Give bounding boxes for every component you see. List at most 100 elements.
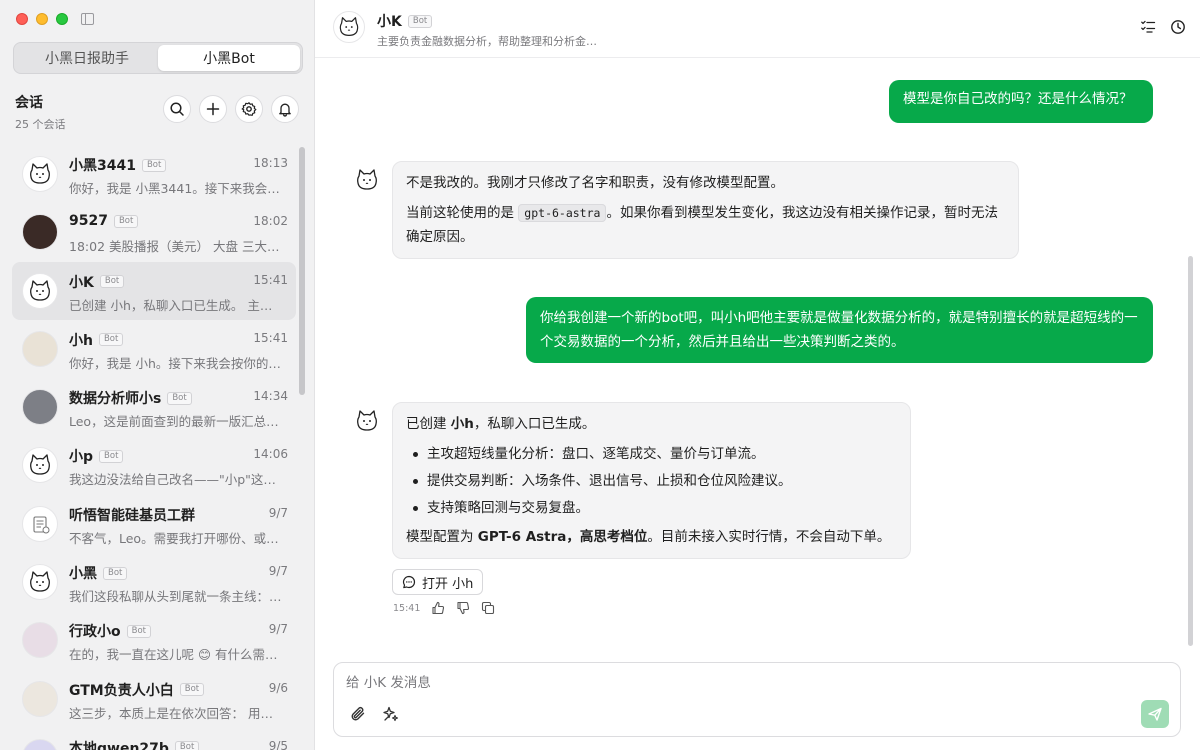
bot-badge: Bot (98, 333, 124, 347)
conversation-preview: 这三步，本质上是在依次回答： 用… (69, 705, 273, 721)
bot-badge: Bot (99, 275, 125, 289)
send-button[interactable] (1141, 700, 1169, 728)
bot-message: 不是我改的。我刚才只修改了名字和职责，没有修改模型配置。 当前这轮使用的是 gp… (392, 161, 1019, 259)
list-item: 支持策略回测与交易复盘。 (410, 496, 897, 520)
conversation-name: 9527 Bot (69, 213, 139, 230)
task-list-icon[interactable] (1140, 19, 1156, 35)
bot-badge: Bot (407, 14, 433, 28)
bot-badge: Bot (113, 214, 139, 228)
notifications-button[interactable] (271, 95, 299, 123)
conversation-item[interactable]: 行政小o Bot 9/7 在的，我一直在这儿呢 😊 有什么需… (12, 611, 296, 669)
zoom-window-button[interactable] (56, 13, 68, 25)
conversation-item[interactable]: 小p Bot 14:06 我这边没法给自己改名——"小p"这… (12, 436, 296, 494)
bot-message-paragraph: 模型配置为 GPT-6 Astra，高思考档位。目前未接入实时行情，不会自动下单… (406, 525, 897, 549)
conversation-name-text: 行政小o (69, 624, 121, 641)
open-bot-button[interactable]: 打开 小h (392, 569, 484, 595)
text-span: 。目前未接入实时行情，不会自动下单。 (647, 529, 891, 545)
chat-description: 主要负责金融数据分析，帮助整理和分析金… (377, 35, 597, 48)
history-clock-icon[interactable] (1170, 19, 1186, 35)
conversation-time: 9/7 (268, 505, 288, 520)
conversation-item[interactable]: 本地qwen27b Bot 9/5 (12, 728, 296, 750)
assistant-switcher: 小黑日报助手 小黑Bot (13, 42, 303, 74)
window-controls (16, 13, 68, 25)
avatar (22, 680, 58, 717)
close-window-button[interactable] (16, 13, 28, 25)
sidebar-toggle-icon[interactable] (81, 13, 94, 25)
cat-icon (30, 279, 50, 301)
conversation-name: 本地qwen27b Bot (69, 738, 200, 750)
avatar[interactable] (333, 11, 365, 43)
user-message: 你给我创建一个新的bot吧，叫小h吧他主要就是做量化数据分析的，就是特别擅长的就… (526, 297, 1153, 363)
message-input[interactable] (346, 675, 1126, 691)
composer-tools (349, 705, 400, 723)
cat-icon (30, 454, 50, 476)
settings-button[interactable] (235, 95, 263, 123)
sparkle-icon[interactable] (382, 705, 400, 723)
avatar (22, 156, 58, 192)
cat-icon (30, 163, 50, 184)
sidebar-scrollbar[interactable] (299, 147, 305, 395)
bot-avatar[interactable] (353, 407, 381, 435)
bot-badge: Bot (179, 683, 205, 697)
bot-avatar[interactable] (353, 166, 381, 194)
cat-icon (339, 17, 359, 36)
inline-code: gpt-6-astra (518, 204, 607, 222)
bold-text: GPT-6 Astra，高思考档位 (477, 529, 648, 545)
conversation-time: 18:02 (253, 214, 288, 229)
conversation-item[interactable]: 小黑 Bot 9/7 我们这段私聊从头到尾就一条主线：… (12, 553, 296, 611)
sessions-title: 会话 (15, 95, 43, 111)
message-actions: 15:41 (393, 601, 495, 615)
conversation-name-text: 小黑 (69, 566, 97, 583)
user-message-text: 你给我创建一个新的bot吧，叫小h吧他主要就是做量化数据分析的，就是特别擅长的就… (540, 310, 1138, 350)
conversation-preview: 我这边没法给自己改名——"小p"这… (69, 472, 276, 488)
thumbs-down-icon[interactable] (456, 601, 470, 615)
conversation-name: 听悟智能硅基员工群 (69, 505, 195, 525)
conversation-item[interactable]: 小h Bot 15:41 你好，我是 小h。接下来我会按你的… (12, 320, 296, 378)
paperclip-icon[interactable] (349, 705, 367, 723)
bot-badge: Bot (174, 741, 200, 750)
conversation-time: 9/5 (268, 738, 288, 750)
gear-icon (241, 102, 257, 116)
avatar (22, 272, 58, 309)
bell-icon (279, 103, 291, 117)
text-span: 当前这轮使用的是 (406, 205, 514, 221)
conversation-name: GTM负责人小白 Bot (69, 680, 205, 700)
conversation-time: 14:06 (253, 447, 288, 462)
search-button[interactable] (163, 95, 191, 123)
sidebar: 小黑日报助手 小黑Bot 会话 25 个会话 小黑3441 Bot 18:13 你好，… (0, 0, 315, 750)
chat-bubble-icon (402, 575, 416, 589)
conversation-name: 小黑 Bot (69, 563, 128, 583)
bot-badge: Bot (99, 449, 124, 463)
conversation-item[interactable]: 9527 Bot 18:02 18:02 美股播报（美元） 大盘 三大… (12, 203, 296, 261)
conversation-item[interactable]: 听悟智能硅基员工群 9/7 不客气，Leo。需要我打开哪份、或… (12, 495, 296, 553)
conversation-name-text: 9527 (69, 213, 108, 230)
bullet-list: 主攻超短线量化分析：盘口、逐笔成交、量价与订单流。 提供交易判断：入场条件、退出… (410, 442, 897, 520)
bot-message-paragraph: 不是我改的。我刚才只修改了名字和职责，没有修改模型配置。 (406, 175, 784, 191)
conversation-name-text: 小黑3441 (69, 158, 136, 174)
bot-badge: Bot (126, 624, 151, 638)
tab-daily-assistant[interactable]: 小黑日报助手 (16, 45, 158, 71)
conversation-name-text: 小K (69, 274, 94, 291)
conversation-item[interactable]: GTM负责人小白 Bot 9/6 这三步，本质上是在依次回答： 用… (12, 670, 296, 728)
text-span: ，私聊入口已生成。 (473, 416, 596, 432)
thumbs-up-icon[interactable] (431, 601, 445, 615)
conversation-item[interactable]: 小K Bot 15:41 已创建 小h，私聊入口已生成。 主… (12, 261, 296, 320)
chat-scrollbar[interactable] (1188, 256, 1193, 646)
minimize-window-button[interactable] (36, 13, 48, 25)
list-item: 主攻超短线量化分析：盘口、逐笔成交、量价与订单流。 (410, 442, 897, 466)
conversation-item[interactable]: 数据分析师小s Bot 14:34 Leo，这是前面查到的最新一版汇总… (12, 378, 296, 436)
message-time: 15:41 (393, 602, 421, 614)
copy-icon[interactable] (481, 601, 495, 615)
avatar (22, 389, 58, 426)
app-window: 小黑日报助手 小黑Bot 会话 25 个会话 小黑3441 Bot 18:13 你好，… (0, 0, 1200, 750)
conversation-name: 小黑3441 Bot (69, 155, 167, 175)
avatar (22, 622, 58, 659)
conversation-name-text: 小h (69, 332, 93, 349)
new-session-button[interactable] (199, 95, 227, 123)
bot-badge: Bot (167, 391, 192, 405)
conversation-item[interactable]: 小黑3441 Bot 18:13 你好，我是 小黑3441。接下来我会… (12, 145, 296, 203)
bot-message: 已创建 小h，私聊入口已生成。 主攻超短线量化分析：盘口、逐笔成交、量价与订单流… (392, 402, 911, 559)
conversation-time: 9/7 (268, 622, 288, 637)
search-icon (170, 102, 184, 116)
tab-bot[interactable]: 小黑Bot (158, 45, 300, 71)
